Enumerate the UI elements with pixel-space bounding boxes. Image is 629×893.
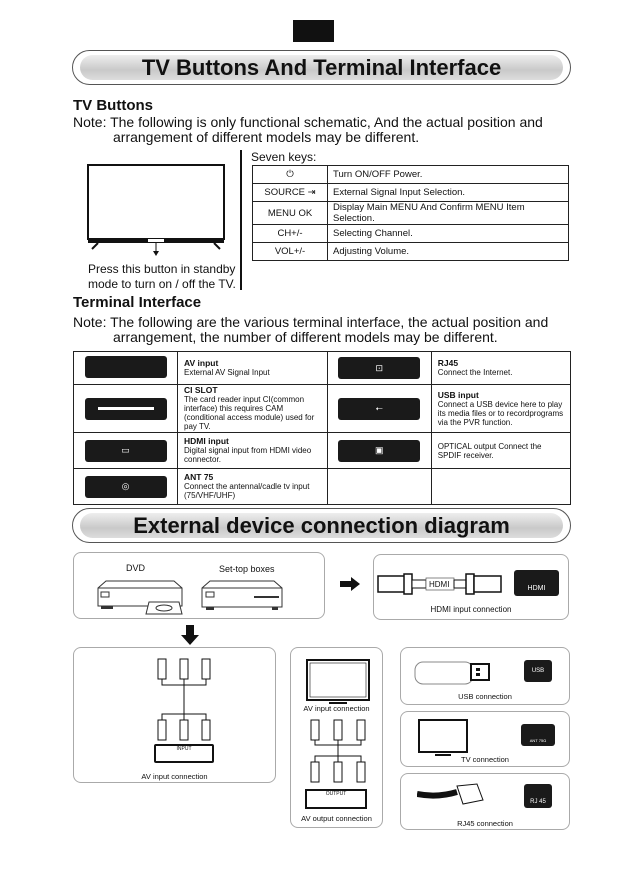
usb-caption: USB connection bbox=[458, 692, 512, 701]
tv-buttons-note: Note: The following is only functional s… bbox=[73, 115, 553, 145]
panel-label: INPUT bbox=[176, 746, 192, 752]
stb-label: Set-top boxes bbox=[219, 564, 275, 574]
terminal-title: CI SLOT bbox=[184, 385, 218, 395]
panel-label: OUTPUT bbox=[325, 791, 347, 797]
key-name: SOURCE ⇥ bbox=[252, 183, 328, 202]
rj45-port-icon: ⊡ bbox=[338, 357, 421, 379]
tv-front-illustration bbox=[87, 164, 225, 256]
tv-buttons-heading: TV Buttons bbox=[73, 97, 153, 114]
key-row: ⏻ Turn ON/OFF Power. bbox=[252, 165, 569, 184]
terminal-heading: Terminal Interface bbox=[73, 294, 202, 311]
section-banner: External device connection diagram bbox=[72, 508, 571, 543]
divider bbox=[240, 150, 242, 290]
note-line: Note: The following is only functional s… bbox=[73, 114, 543, 130]
hdmi-cable-label: HDMI bbox=[429, 580, 450, 589]
key-description: Adjusting Volume. bbox=[327, 242, 569, 261]
arrow-down-icon bbox=[181, 625, 199, 645]
terminal-note: Note: The following are the various term… bbox=[73, 315, 553, 345]
terminal-title: ANT 75 bbox=[184, 472, 214, 482]
key-row: MENU OK Display Main MENU And Confirm MEN… bbox=[252, 201, 569, 225]
key-description: Turn ON/OFF Power. bbox=[327, 165, 569, 184]
key-name: ⏻ bbox=[252, 165, 328, 184]
usb-connection-box: USB USB connection bbox=[400, 647, 570, 705]
key-row: SOURCE ⇥ External Signal Input Selection. bbox=[252, 183, 569, 202]
standby-line: mode to turn on / off the TV. bbox=[88, 277, 236, 291]
note-line: Note: The following are the various term… bbox=[73, 314, 549, 330]
terminal-desc: Connect the antennal/cadle tv input (75/… bbox=[184, 482, 310, 500]
standby-line: Press this button in standby bbox=[88, 262, 236, 276]
usb-port-icon: ⭠ bbox=[338, 397, 421, 420]
av-output-caption: AV output connection bbox=[301, 814, 372, 823]
av-port-icon bbox=[84, 356, 167, 378]
terminal-desc: OPTICAL output Connect the SPDIF receive… bbox=[437, 441, 542, 460]
optical-port-icon: ▣ bbox=[338, 439, 421, 462]
tv-connection-box: ANT 75Ω TV connection bbox=[400, 711, 570, 767]
terminal-title: USB input bbox=[437, 389, 479, 400]
key-description: Selecting Channel. bbox=[327, 224, 569, 243]
rj45-port: RJ 45 bbox=[524, 784, 552, 808]
tv-illustration bbox=[306, 659, 370, 704]
key-row: VOL+/- Adjusting Volume. bbox=[252, 242, 569, 261]
terminal-title: RJ45 bbox=[437, 358, 459, 368]
terminal-row: ◎ ANT 75 Connect the antennal/cadle tv inp… bbox=[73, 468, 572, 505]
tv-caption: TV connection bbox=[461, 755, 509, 764]
ci-slot-icon bbox=[84, 397, 167, 420]
rca-cable-illustration bbox=[310, 719, 366, 783]
terminal-desc: Connect a USB device here to play its me… bbox=[437, 399, 564, 427]
terminal-row: CI SLOT The card reader input CI(common i… bbox=[73, 384, 572, 433]
page-number-box bbox=[293, 20, 334, 42]
dvd-stb-illustration bbox=[97, 580, 283, 615]
terminal-desc: Connect the Internet. bbox=[437, 368, 513, 377]
usb-stick-illustration bbox=[414, 661, 490, 685]
seven-keys-label: Seven keys: bbox=[251, 150, 317, 164]
key-row: CH+/- Selecting Channel. bbox=[252, 224, 569, 243]
av-input-box: INPUT AV input connection bbox=[73, 647, 276, 783]
tv-illustration bbox=[418, 719, 468, 756]
key-name: VOL+/- bbox=[252, 242, 328, 261]
section-title: External device connection diagram bbox=[80, 513, 563, 538]
key-name: MENU OK bbox=[252, 201, 328, 225]
terminal-desc: Digital signal input from HDMI video con… bbox=[184, 446, 312, 464]
terminal-row: AV input External AV Signal Input ⊡ RJ45 Con… bbox=[73, 351, 572, 385]
hdmi-port: HDMI bbox=[514, 570, 559, 596]
rj45-connection-box: RJ 45 RJ45 connection bbox=[400, 773, 570, 830]
usb-port: USB bbox=[524, 660, 552, 682]
note-line: arrangement, the number of different mod… bbox=[113, 329, 498, 345]
standby-note: Press this button in standby mode to turn… bbox=[88, 262, 236, 292]
arrow-right-icon bbox=[340, 577, 360, 591]
hdmi-connection-box: HDMI HDMI HDMI input connection bbox=[373, 554, 569, 620]
source-devices-box: DVD Set-top boxes bbox=[73, 552, 325, 619]
terminal-desc: External AV Signal Input bbox=[184, 368, 270, 377]
av-input-caption: AV input connection bbox=[141, 772, 208, 781]
terminal-table: AV input External AV Signal Input ⊡ RJ45 Con… bbox=[73, 351, 572, 505]
av-output-panel: OUTPUT bbox=[305, 789, 367, 809]
terminal-title: AV input bbox=[184, 358, 219, 368]
terminal-title: HDMI input bbox=[184, 436, 229, 446]
rj45-cable-illustration bbox=[417, 783, 484, 805]
hdmi-caption: HDMI input connection bbox=[430, 605, 512, 614]
hdmi-port-icon: ▭ bbox=[84, 439, 167, 462]
section-title: TV Buttons And Terminal Interface bbox=[80, 55, 563, 80]
note-line: arrangement of different models may be d… bbox=[113, 129, 420, 145]
key-description: External Signal Input Selection. bbox=[327, 183, 569, 202]
av-input-panel: INPUT bbox=[154, 744, 214, 763]
antenna-port: ANT 75Ω bbox=[521, 724, 555, 746]
section-banner: TV Buttons And Terminal Interface bbox=[72, 50, 571, 85]
terminal-desc: The card reader input CI(common interfac… bbox=[184, 395, 315, 431]
antenna-port-icon: ◎ bbox=[84, 475, 167, 498]
rj45-caption: RJ45 connection bbox=[457, 819, 513, 828]
key-description: Display Main MENU And Confirm MENU Item … bbox=[327, 201, 569, 225]
av-output-box: AV input connection OUTPUT AV output con… bbox=[290, 647, 383, 828]
keys-table: ⏻ Turn ON/OFF Power. SOURCE ⇥ External Sign… bbox=[252, 165, 569, 261]
dvd-label: DVD bbox=[126, 563, 146, 573]
tv-av-caption: AV input connection bbox=[303, 704, 370, 713]
terminal-row: ▭ HDMI input Digital signal input from HDM… bbox=[73, 432, 572, 469]
key-name: CH+/- bbox=[252, 224, 328, 243]
